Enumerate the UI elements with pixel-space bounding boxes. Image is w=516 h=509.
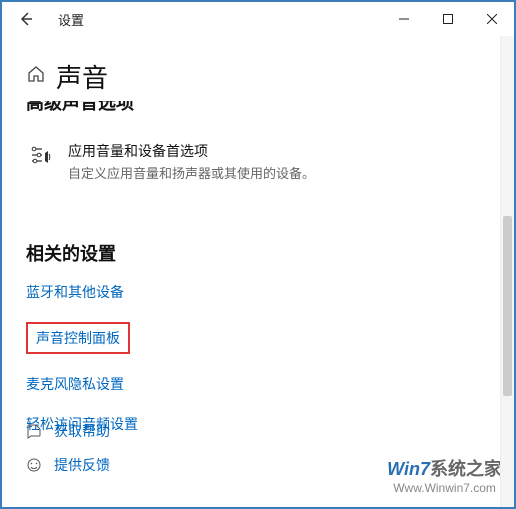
close-button[interactable]	[470, 3, 514, 35]
link-give-feedback-label: 提供反馈	[54, 455, 110, 475]
home-icon	[26, 64, 46, 89]
title-bar: 设置	[2, 2, 514, 36]
footer-links: 获取帮助 提供反馈	[26, 421, 110, 489]
link-get-help[interactable]: 获取帮助	[26, 421, 110, 441]
option-subtitle: 自定义应用音量和扬声器或其使用的设备。	[68, 163, 490, 182]
link-give-feedback[interactable]: 提供反馈	[26, 455, 110, 475]
window-controls	[382, 3, 514, 35]
link-microphone-privacy[interactable]: 麦克风隐私设置	[26, 374, 124, 394]
scroll-thumb[interactable]	[503, 216, 512, 396]
vertical-scrollbar[interactable]	[500, 36, 514, 507]
app-volume-preferences-row[interactable]: 应用音量和设备首选项 自定义应用音量和扬声器或其使用的设备。	[26, 141, 490, 182]
link-get-help-label: 获取帮助	[54, 421, 110, 441]
related-settings-heading: 相关的设置	[26, 240, 490, 266]
link-sound-control-panel[interactable]: 声音控制面板	[36, 328, 120, 348]
arrow-left-icon	[18, 11, 34, 27]
mixer-icon	[26, 143, 54, 167]
feedback-icon	[26, 457, 42, 473]
watermark-line1-suffix: 系统之家	[430, 459, 502, 479]
related-links: 蓝牙和其他设备 声音控制面板 麦克风隐私设置 轻松访问音频设置	[26, 282, 490, 434]
content-area: 声音 高级声音选项 应用音量和设备首选项 自定义应用音量和扬声器或其使用的设备。…	[2, 36, 514, 507]
watermark: Win7系统之家 Www.Winwin7.com	[387, 455, 502, 495]
page-title: 声音	[56, 58, 108, 95]
minimize-button[interactable]	[382, 3, 426, 35]
maximize-icon	[443, 14, 453, 24]
option-texts: 应用音量和设备首选项 自定义应用音量和扬声器或其使用的设备。	[68, 141, 490, 182]
back-button[interactable]	[10, 3, 42, 35]
advanced-sound-options-heading: 高级声音选项	[26, 101, 490, 115]
help-icon	[26, 423, 42, 439]
maximize-button[interactable]	[426, 3, 470, 35]
option-title: 应用音量和设备首选项	[68, 141, 490, 161]
page-header: 声音	[26, 58, 490, 95]
link-bluetooth-devices[interactable]: 蓝牙和其他设备	[26, 282, 124, 302]
minimize-icon	[399, 14, 409, 24]
close-icon	[487, 14, 497, 24]
window-title: 设置	[58, 10, 84, 29]
highlight-sound-control-panel: 声音控制面板	[26, 322, 130, 354]
watermark-line2: Www.Winwin7.com	[387, 481, 502, 495]
